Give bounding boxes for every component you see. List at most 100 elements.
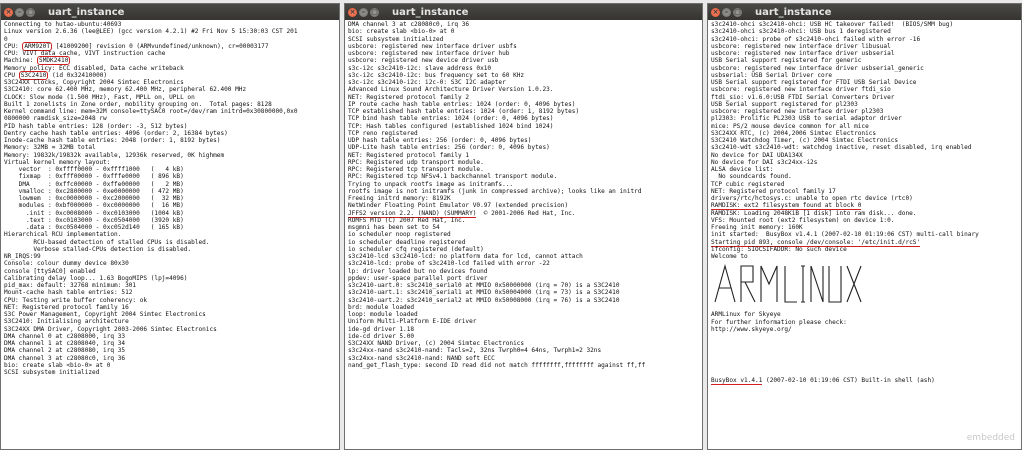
terminal-line: Built 1 zonelists in Zone order, mobilit… [4, 100, 272, 108]
terminal-line: S3C24XX DMA Driver, Copyright 2003-2006 … [4, 325, 217, 333]
terminal-line: brd: module loaded [348, 303, 415, 311]
terminal-line: Virtual kernel memory layout: [4, 158, 111, 166]
minimize-icon[interactable]: – [359, 7, 368, 17]
terminal-line: usbcore: registered new interface driver… [711, 108, 884, 115]
terminal-line: ppdev: user-space parallel port driver [348, 274, 488, 282]
terminal-line: JFFS2 version 2.2. (NAND) (SUMMARY) © 20… [348, 209, 699, 218]
terminal-line: DMA channel 3 at c28080c0, irq 36 [348, 21, 470, 28]
terminal-line: TCP bind hash table entries: 1024 (order… [348, 115, 554, 123]
terminal-line: s3c-i2c s3c2410-i2c: i2c-0: S3C I2C adap… [348, 79, 506, 86]
line-text: Machine: [4, 57, 38, 65]
terminal-line: io scheduler cfq registered (default) [348, 245, 484, 253]
terminal-line: DMA channel 0 at c2808000, irq 33 [4, 332, 126, 340]
terminal-line: RPC: Registered udp transport module. [348, 158, 484, 166]
terminal-line: USB Serial support registered for pl2303 [711, 100, 858, 108]
terminal-line: usbserial: USB Serial Driver core [711, 71, 833, 79]
terminal-line: DMA : 0xffc00000 - 0xffe00000 ( 2 MB) [4, 180, 184, 188]
terminal-line: s3c-i2c s3c2410-i2c: bus frequency set t… [348, 71, 525, 79]
terminal-line: io scheduler noop registered [348, 231, 451, 239]
terminal-line: usbcore: registered new interface driver… [348, 50, 510, 57]
terminal-line: S3C24XX RTC, (c) 2004,2006 Simtec Electr… [711, 129, 877, 137]
terminal-line: s3c2410-uart.2: s3c2410_serial2 at MMIO … [348, 296, 620, 304]
terminal-line: S3C Power Management, Copyright 2004 Sim… [4, 311, 206, 318]
terminal-line: S3C24XX NAND Driver, (c) 2004 Simtec Ele… [348, 340, 525, 347]
terminal-line: NET: Registered protocol family 2 [348, 93, 470, 101]
terminal-line: nand_get_flash_type: second ID read did … [348, 361, 646, 369]
maximize-icon[interactable]: □ [26, 7, 35, 17]
terminal-line: CPU: Testing write buffer coherency: ok [4, 296, 148, 304]
minimize-icon[interactable]: – [722, 7, 731, 17]
terminal-line: .init : 0xc0008000 - 0xc0103000 (1004 kB… [4, 209, 184, 217]
terminal-line: USB Serial support registered for FTDI U… [711, 79, 917, 86]
terminal-line: s3c2410-ohci s3c2410-ohci: USB HC takeov… [711, 21, 954, 28]
terminal-line: No device for DAI s3c24xx-i2s [711, 158, 818, 166]
terminal-line: http://www.skyeye.org/ [711, 325, 792, 333]
watermark: embedded [966, 433, 1015, 443]
terminal-line: ide-gd driver 1.18 [348, 325, 415, 333]
terminal-line: S3C2410: Initialising architecture [4, 318, 129, 326]
terminal-line: Trying to unpack rootfs image as initram… [348, 180, 514, 188]
close-icon[interactable]: × [348, 7, 357, 17]
underlined-text: BusyBox v1.4.1 [711, 376, 763, 385]
window-title: uart_instance [755, 6, 832, 18]
terminal-line: PID hash table entries: 128 (order: -3, … [4, 122, 188, 130]
terminal-line: For further information please check: [711, 318, 847, 326]
highlighted-token: SMDK2410 [37, 56, 71, 66]
terminal-line: lp: driver loaded but no devices found [348, 267, 488, 275]
window-title: uart_instance [48, 6, 125, 18]
terminal-line: s3c2410-wdt s3c2410-wdt: watchdog inacti… [711, 144, 972, 152]
title-bar[interactable]: × – □ uart_instance [1, 4, 339, 20]
terminal-line: NET: Registered protocol family 16 [4, 303, 129, 311]
close-icon[interactable]: × [711, 7, 720, 17]
terminal-line: usbcore: registered new interface driver… [711, 42, 891, 50]
terminal-line: CPU: ARM920T [41009200] revision 0 (ARMv… [4, 41, 336, 51]
terminal-line: s3c2410-uart.0: s3c2410_serial0 at MMIO … [348, 282, 620, 289]
line-text: [41009200] revision 0 (ARMvundefined/unk… [52, 42, 269, 50]
terminal-line: s3c-i2c s3c2410-i2c: slave address 0x10 [348, 64, 492, 72]
terminal-line: CLOCK: Slow mode (1.500 MHz), Fast, MPLL… [4, 93, 195, 101]
terminal-line: DMA channel 3 at c28080c0, irq 36 [4, 354, 126, 362]
terminal-output[interactable]: DMA channel 3 at c28080c0, irq 36 bio: cr… [345, 20, 702, 370]
terminal-line: .text : 0xc0103000 - 0xc0504000 (3920 kB… [4, 216, 184, 224]
terminal-line: usbcore: registered new interface driver… [348, 42, 517, 50]
terminal-line: usbcore: registered new interface driver… [711, 50, 895, 57]
terminal-line: Advanced Linux Sound Architecture Driver… [348, 86, 554, 94]
terminal-line: s3c24xx-nand s3c2410-nand: NAND soft ECC [348, 354, 495, 362]
terminal-line: S3C2410 Watchdog Timer, (c) 2004 Simtec … [711, 137, 899, 144]
terminal-line: Uniform Multi-Platform E-IDE driver [348, 318, 477, 326]
terminal-line: CPU S3C2410 (id 0x32410000) [4, 70, 336, 80]
terminal-output[interactable]: s3c2410-ohci s3c2410-ohci: USB HC takeov… [708, 20, 1021, 385]
terminal-window-2[interactable]: × – □ uart_instance DMA channel 3 at c28… [344, 3, 703, 450]
terminal-line: Welcome to [711, 253, 748, 260]
terminal-output[interactable]: Connecting to hutao-ubuntu:40693 Linux ve… [1, 20, 339, 377]
terminal-line: s3c2410-ohci s3c2410-ohci: USB bus 1 der… [711, 28, 891, 36]
terminal-line: Memory: 19832k/19832k available, 12936k … [4, 151, 225, 159]
close-icon[interactable]: × [4, 7, 13, 17]
terminal-line: RAMDISK: Loading 2048KiB [1 disk] into r… [711, 209, 917, 217]
line-text: (id 0x32410000) [48, 71, 108, 79]
line-text: CPU: [4, 42, 23, 50]
terminal-line: mice: PS/2 mouse device common for all m… [711, 122, 869, 130]
terminal-line: Verbose stalled-CPUs detection is disabl… [4, 245, 192, 253]
minimize-icon[interactable]: – [15, 7, 24, 17]
title-bar[interactable]: × – □ uart_instance [708, 4, 1021, 20]
terminal-line: Kernel command line: mem=32M console=tty… [4, 108, 298, 115]
maximize-icon[interactable]: □ [733, 7, 742, 17]
maximize-icon[interactable]: □ [370, 7, 379, 17]
title-bar[interactable]: × – □ uart_instance [345, 4, 702, 20]
terminal-line: TCP reno registered [348, 129, 418, 137]
terminal-line: modules : 0xbf000000 - 0xc0000000 ( 16 M… [4, 202, 184, 210]
line-text: (2007-02-10 01:19:06 CST) Built-in shell… [762, 376, 935, 384]
terminal-line: rootfs image is not initramfs (junk in c… [348, 187, 642, 195]
terminal-window-3[interactable]: × – □ uart_instance s3c2410-ohci s3c2410… [707, 3, 1022, 450]
terminal-line: drivers/rtc/hctosys.c: unable to open rt… [711, 195, 913, 202]
terminal-line: Freeing init memory: 160K [711, 224, 803, 231]
terminal-line: SCSI subsystem initialized [348, 35, 444, 43]
terminal-window-1[interactable]: × – □ uart_instance Connecting to hutao-… [0, 3, 340, 450]
terminal-line: s3c24xx-nand s3c2410-nand: Tacls=2, 32ns… [348, 347, 602, 355]
terminal-line: pl2303: Prolific PL2303 USB to serial ad… [711, 115, 902, 123]
